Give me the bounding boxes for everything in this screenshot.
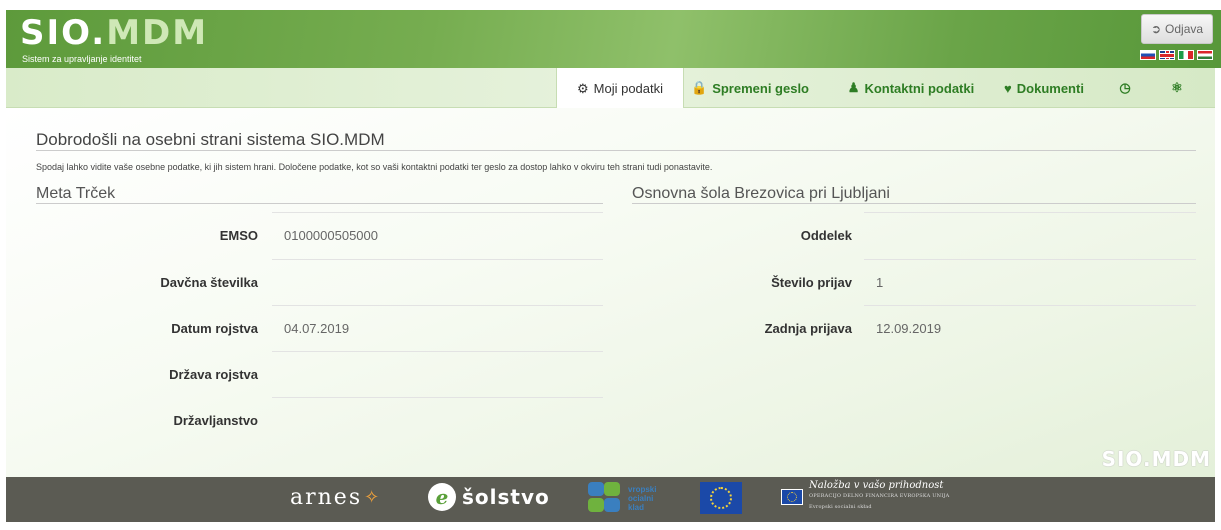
header: SIO.MDM Sistem za upravljanje identitet … [0, 10, 1221, 68]
investment-title: Naložba v vašo prihodnost [809, 480, 944, 491]
dashboard-icon: ⚙ [576, 80, 589, 96]
field-label: Državljanstvo [173, 412, 258, 428]
uk-flag-icon[interactable] [1159, 50, 1175, 60]
esf-line: ocialni [628, 493, 654, 503]
field-value: 1 [864, 259, 1196, 305]
field-value [864, 212, 1196, 258]
field-label: Datum rojstva [171, 320, 258, 336]
esf-mark-icon [586, 480, 622, 516]
field-value: 12.09.2019 [864, 305, 1196, 351]
italian-flag-icon[interactable] [1178, 50, 1194, 60]
tab-kontaktni-podatki[interactable]: ♟ Kontaktni podatki [838, 68, 984, 108]
investment-sub2: Evropski socialni skład [809, 504, 872, 510]
lifebuoy-icon: ⚛ [1171, 80, 1183, 95]
e-icon: e [428, 483, 456, 511]
investment-text: Naložba v vašo prihodnost OPERACIJO DELN… [809, 480, 949, 513]
field-label: Davčna številka [160, 274, 258, 290]
investment-logo[interactable]: Naložba v vašo prihodnost OPERACIJO DELN… [781, 480, 949, 513]
main-content: Dobrodošli na osebni strani sistema SIO.… [6, 108, 1215, 477]
logout-icon: ➲ [1150, 22, 1162, 36]
logo-main: SIO. [20, 13, 107, 53]
bottom-strip [0, 522, 1221, 530]
esf-line: klad [628, 502, 645, 512]
school-name: Osnovna šola Brezovica pri Ljubljani [632, 185, 890, 202]
field-value [272, 351, 603, 397]
field-value: 04.07.2019 [272, 305, 603, 351]
hungarian-flag-icon[interactable] [1197, 50, 1213, 60]
clock-icon: ◷ [1119, 80, 1131, 95]
field-value [272, 397, 603, 443]
tab-label: Dokumenti [1016, 80, 1084, 96]
eu-flag-small-icon [781, 488, 803, 505]
eu-flag-icon[interactable] [700, 482, 742, 514]
field-label: Število prijav [771, 274, 852, 290]
arnes-logo[interactable]: arnes ✧ [290, 485, 381, 510]
investment-sub: OPERACIJO DELNO FINANCIRA EVROPSKA UNIJA [809, 493, 950, 499]
app-subtitle: Sistem za upravljanje identitet [22, 54, 142, 64]
star-icon: ✧ [364, 487, 382, 508]
tab-history[interactable]: ◷ [1110, 68, 1140, 108]
solstvo-logo[interactable]: e šolstvo [428, 483, 550, 511]
logout-label: Odjava [1165, 22, 1204, 36]
person-divider [36, 203, 603, 204]
page-title: Dobrodošli na osebni strani sistema SIO.… [36, 130, 385, 149]
logo: SIO.MDM [20, 16, 208, 50]
eu-stars-icon [710, 487, 732, 509]
field-value [272, 259, 603, 305]
field-label: Oddelek [800, 227, 852, 243]
field-label: Država rojstva [169, 366, 258, 382]
tab-label: Spremeni geslo [712, 80, 809, 96]
esf-text: vropski ocialni klad [628, 485, 656, 512]
tab-dokumenti[interactable]: ♥ Dokumenti [994, 68, 1094, 108]
footer: arnes ✧ e šolstvo vropski ocialni klad Na… [6, 477, 1215, 522]
solstvo-text: šolstvo [462, 485, 550, 509]
lock-icon: 🔒 [691, 80, 708, 95]
main-nav: ⚙ Moji podatki 🔒 Spremeni geslo ♟ Kontak… [6, 68, 1215, 109]
logo-accent: MDM [106, 13, 209, 53]
tab-moji-podatki[interactable]: ⚙ Moji podatki [556, 68, 684, 109]
top-strip [0, 0, 1221, 10]
eu-stars-small-icon [787, 491, 797, 502]
tab-label: Moji podatki [593, 81, 664, 96]
watermark-logo: SIO.MDM [1101, 447, 1211, 471]
user-icon: ♟ [847, 80, 860, 95]
esf-line: vropski [628, 484, 657, 494]
welcome-text: Spodaj lahko vidite vaše osebne podatke,… [36, 162, 713, 172]
slovenian-flag-icon[interactable] [1140, 50, 1156, 60]
school-divider [632, 203, 1196, 204]
logout-button[interactable]: ➲ Odjava [1141, 14, 1213, 44]
title-divider [36, 150, 1196, 151]
esf-logo[interactable]: vropski ocialni klad [586, 480, 656, 516]
tab-help[interactable]: ⚛ [1162, 68, 1192, 108]
person-name: Meta Trček [36, 185, 116, 202]
tab-label: Kontaktni podatki [864, 80, 975, 96]
field-label: EMSO [219, 227, 258, 243]
field-value: 0100000505000 [272, 212, 603, 258]
arnes-text: arnes [290, 485, 363, 510]
heart-icon: ♥ [1004, 80, 1012, 96]
language-flags [1140, 50, 1213, 60]
tab-spremeni-geslo[interactable]: 🔒 Spremeni geslo [684, 68, 816, 108]
field-label: Zadnja prijava [764, 320, 852, 336]
